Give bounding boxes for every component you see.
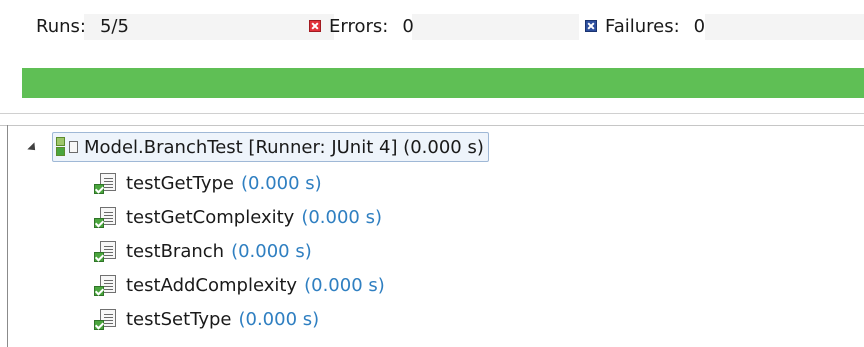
test-name: testAddComplexity <box>126 274 298 296</box>
expand-arrow-icon[interactable] <box>27 142 39 154</box>
test-case-row[interactable]: testSetType (0.000 s) <box>94 302 319 336</box>
test-stats-bar: Runs: 5/5 Errors: 0 Failures: 0 <box>0 0 864 52</box>
test-success-icon <box>94 206 116 228</box>
test-name: testSetType <box>126 308 232 330</box>
test-time: (0.000 s) <box>231 240 312 262</box>
runs-value: 5/5 <box>99 15 129 37</box>
divider <box>0 125 864 126</box>
divider <box>0 113 864 114</box>
tree-left-border <box>7 125 8 347</box>
test-name: testGetComplexity <box>126 206 295 228</box>
test-time: (0.000 s) <box>301 206 382 228</box>
test-suite-label: Model.BranchTest [Runner: JUnit 4] (0.00… <box>84 136 484 158</box>
test-name: testGetType <box>126 172 234 194</box>
failure-icon <box>585 20 597 32</box>
failures-label: Failures: <box>605 15 680 37</box>
test-time: (0.000 s) <box>304 274 385 296</box>
test-name: testBranch <box>126 240 225 262</box>
test-case-row[interactable]: testGetType (0.000 s) <box>94 166 322 200</box>
test-suite-node[interactable]: Model.BranchTest [Runner: JUnit 4] (0.00… <box>52 132 489 162</box>
progress-fill <box>22 68 864 98</box>
test-time: (0.000 s) <box>241 172 322 194</box>
runs-counter: Runs: 5/5 <box>36 0 334 52</box>
test-time: (0.000 s) <box>238 308 320 330</box>
test-case-row[interactable]: testBranch (0.000 s) <box>94 234 312 268</box>
test-success-icon <box>94 240 116 262</box>
error-icon <box>309 20 321 32</box>
test-case-row[interactable]: testAddComplexity (0.000 s) <box>94 268 385 302</box>
failures-counter: Failures: 0 <box>585 0 864 52</box>
tree-root-row[interactable]: Model.BranchTest [Runner: JUnit 4] (0.00… <box>27 128 489 166</box>
errors-value: 0 <box>402 15 414 37</box>
test-progress-bar <box>22 68 864 98</box>
errors-counter: Errors: 0 <box>309 0 579 52</box>
runs-label: Runs: <box>36 15 86 37</box>
test-success-icon <box>94 274 116 296</box>
failures-value: 0 <box>693 15 706 37</box>
test-case-row[interactable]: testGetComplexity (0.000 s) <box>94 200 382 234</box>
test-suite-success-icon <box>56 137 78 157</box>
test-success-icon <box>94 308 116 330</box>
errors-label: Errors: <box>329 15 389 37</box>
test-success-icon <box>94 172 116 194</box>
